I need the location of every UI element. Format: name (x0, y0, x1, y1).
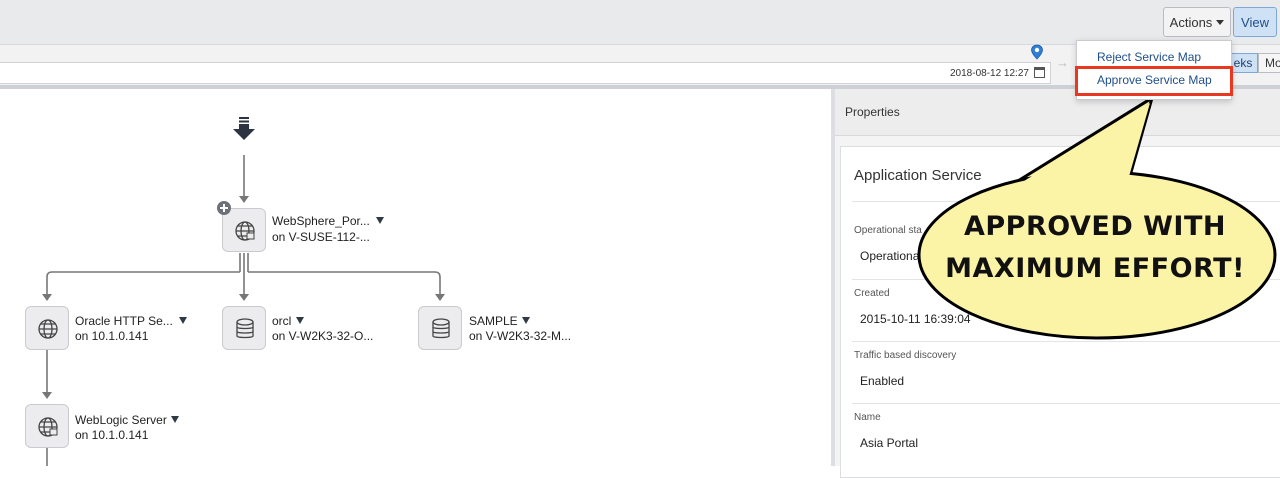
node-host: on V-W2K3-32-M... (469, 329, 572, 343)
timeline-slider[interactable] (0, 62, 1051, 84)
node-title: orcl (272, 314, 292, 328)
forward-arrow-icon[interactable]: → (1056, 55, 1069, 70)
node-host: on 10.1.0.141 (75, 329, 149, 343)
calendar-icon[interactable] (1034, 67, 1045, 78)
caret-down-icon (1216, 19, 1225, 25)
actions-button[interactable]: Actions (1163, 7, 1231, 37)
service-node-weblogic[interactable] (25, 404, 69, 448)
actions-button-label: Actions (1169, 14, 1213, 30)
expand-plus-icon[interactable] (216, 200, 232, 216)
field-label-traffic-discovery: Traffic based discovery (854, 350, 957, 361)
location-pin-icon[interactable] (1030, 44, 1044, 60)
service-node-orcl[interactable] (222, 306, 266, 350)
view-button[interactable]: View (1233, 7, 1277, 37)
field-value-name: Asia Portal (860, 436, 919, 450)
menu-item-reject-service-map[interactable]: Reject Service Map (1097, 50, 1201, 64)
node-menu-caret-icon[interactable] (179, 317, 187, 324)
globe-icon (235, 221, 255, 241)
speech-bubble-line-2: MAXIMUM EFFORT! (945, 253, 1245, 284)
node-menu-caret-icon[interactable] (376, 217, 384, 224)
node-host: on V-W2K3-32-O... (272, 329, 374, 343)
highlight-box (1075, 66, 1233, 96)
service-map-connections (42, 155, 445, 466)
globe-icon (38, 417, 58, 437)
field-label-created: Created (854, 288, 890, 299)
entry-point-arrow-icon (233, 117, 255, 140)
node-host: on V-SUSE-112-... (272, 230, 370, 244)
field-value-traffic-discovery: Enabled (860, 374, 905, 388)
node-title: WebSphere_Por... (272, 214, 370, 228)
node-title: WebLogic Server (75, 413, 167, 427)
database-icon (236, 318, 254, 339)
node-title: SAMPLE (469, 314, 518, 328)
database-icon (432, 318, 450, 339)
node-title: Oracle HTTP Se... (75, 314, 173, 328)
properties-title: Properties (845, 105, 900, 119)
speech-bubble-text: APPROVED WITH MAXIMUM EFFORT! (930, 206, 1260, 290)
node-menu-caret-icon[interactable] (522, 317, 530, 324)
service-node-oracle-http[interactable] (25, 306, 69, 350)
timeline-timestamp: 2018-08-12 12:27 (950, 68, 1029, 79)
service-node-sample[interactable] (418, 306, 462, 350)
node-host: on 10.1.0.141 (75, 428, 149, 442)
months-button[interactable]: Mo (1258, 53, 1280, 73)
field-label-name: Name (854, 412, 881, 423)
node-menu-caret-icon[interactable] (296, 317, 304, 324)
top-toolbar (0, 0, 1280, 45)
globe-icon (38, 319, 58, 339)
node-menu-caret-icon[interactable] (171, 416, 179, 423)
divider (852, 403, 1280, 404)
speech-bubble-line-1: APPROVED WITH (964, 211, 1226, 242)
